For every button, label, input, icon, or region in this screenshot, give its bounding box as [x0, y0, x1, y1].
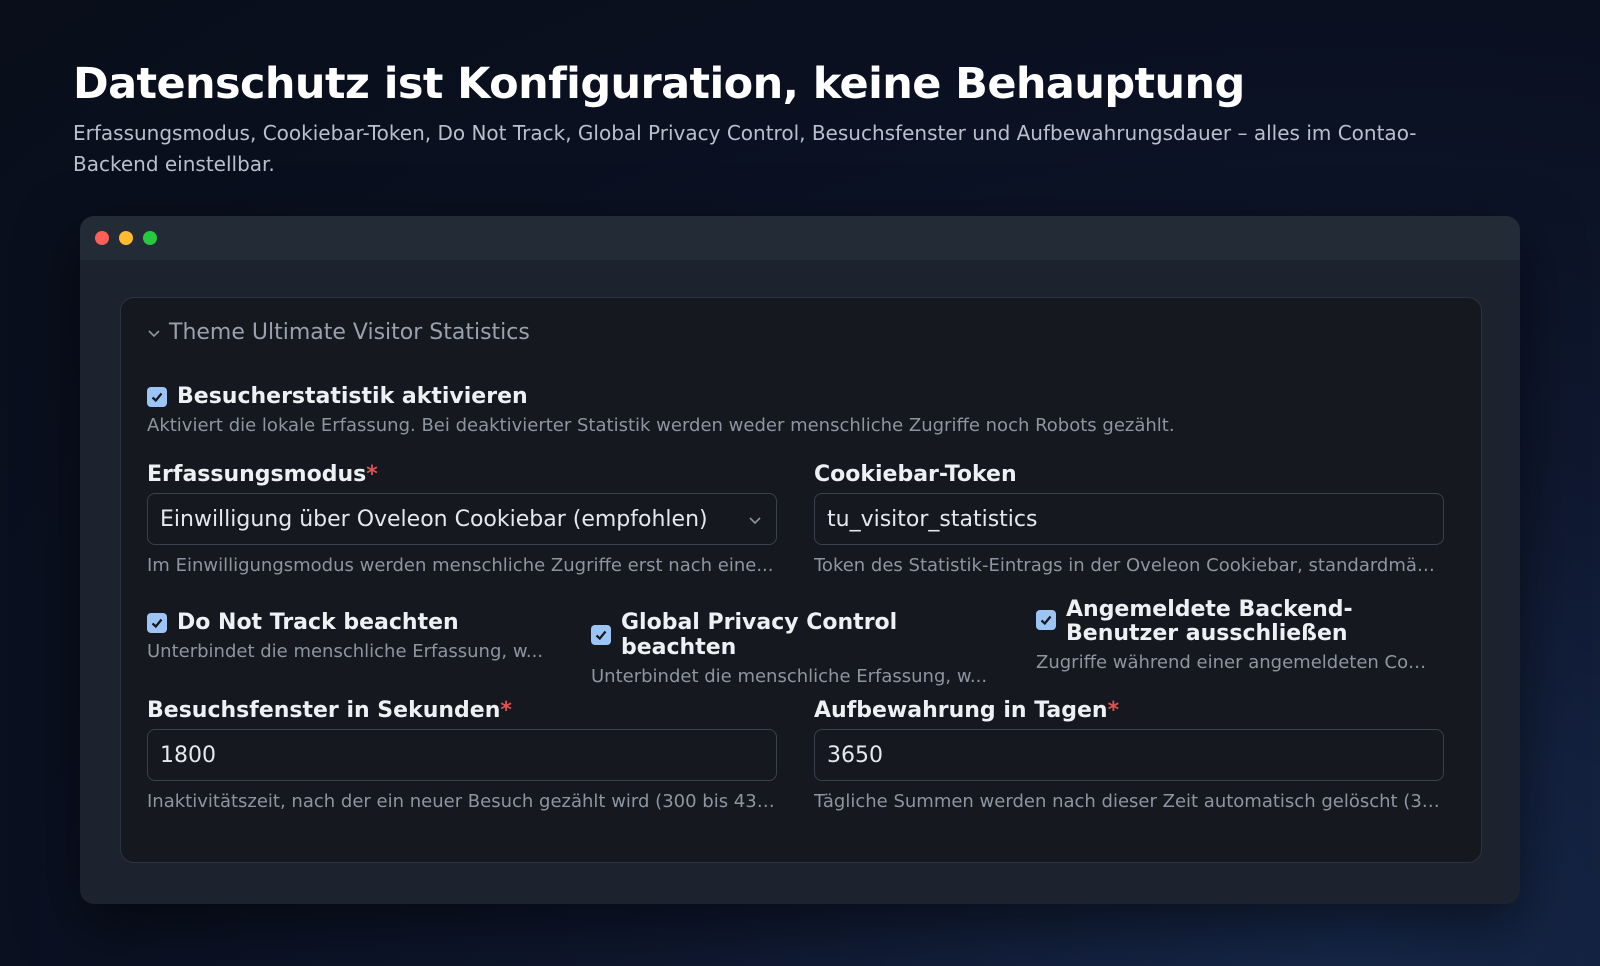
hero: Datenschutz ist Konfiguration, keine Beh…	[73, 56, 1513, 180]
minimize-window-button[interactable]	[119, 231, 133, 245]
enable-statistics-label[interactable]: Besucherstatistik aktivieren	[177, 384, 528, 409]
checkmark-icon	[151, 392, 163, 402]
enable-statistics-row: Besucherstatistik aktivieren Aktiviert d…	[147, 384, 1457, 436]
window-titlebar	[80, 216, 1520, 260]
token-help: Token des Statistik-Eintrags in der Ovel…	[814, 555, 1444, 576]
page-title: Datenschutz ist Konfiguration, keine Beh…	[73, 59, 1245, 109]
mode-select-value: Einwilligung über Oveleon Cookiebar (emp…	[160, 506, 708, 532]
gpc-help: Unterbindet die menschliche Erfassung, w…	[591, 666, 988, 687]
token-label: Cookiebar-Token	[814, 462, 1017, 487]
retention-input[interactable]: 3650	[814, 729, 1444, 781]
retention-label: Aufbewahrung in Tagen	[814, 698, 1108, 723]
checkmark-icon	[595, 630, 607, 641]
retention-value: 3650	[827, 742, 883, 768]
token-field: Cookiebar-Token tu_visitor_statistics To…	[814, 462, 1444, 576]
dnt-row: Do Not Track beachten Unterbindet die me…	[147, 610, 547, 662]
panel-legend-label: Theme Ultimate Visitor Statistics	[169, 320, 530, 345]
backend-exclude-help: Zugriffe während einer angemeldeten Con.…	[1036, 652, 1436, 673]
dnt-checkbox[interactable]	[147, 612, 167, 633]
token-input-value: tu_visitor_statistics	[827, 506, 1038, 532]
visit-window-label: Besuchsfenster in Sekunden	[147, 698, 501, 723]
page-subtitle: Erfassungsmodus, Cookiebar-Token, Do Not…	[73, 121, 1417, 176]
visit-window-help: Inaktivitätszeit, nach der ein neuer Bes…	[147, 791, 777, 812]
backend-exclude-label[interactable]: Angemeldete Backend-Benutzer ausschließe…	[1066, 598, 1436, 646]
chevron-down-icon	[148, 329, 160, 337]
retention-field: Aufbewahrung in Tagen* 3650 Tägliche Sum…	[814, 698, 1444, 812]
visit-window-value: 1800	[160, 742, 216, 768]
retention-help: Tägliche Summen werden nach dieser Zeit …	[814, 791, 1444, 812]
enable-statistics-checkbox[interactable]	[147, 386, 167, 407]
checkmark-icon	[1040, 615, 1052, 626]
app-window: Theme Ultimate Visitor Statistics Besuch…	[80, 216, 1520, 904]
panel-legend-toggle[interactable]: Theme Ultimate Visitor Statistics	[147, 320, 530, 345]
enable-statistics-help: Aktiviert die lokale Erfassung. Bei deak…	[147, 415, 1175, 436]
dnt-help: Unterbindet die menschliche Erfassung, w…	[147, 641, 544, 662]
dnt-label[interactable]: Do Not Track beachten	[177, 610, 459, 635]
mode-help: Im Einwilligungsmodus werden menschliche…	[147, 555, 774, 576]
checkmark-icon	[151, 618, 163, 628]
close-window-button[interactable]	[95, 231, 109, 245]
gpc-row: Global Privacy Control beachten Unterbin…	[591, 610, 991, 687]
mode-field: Erfassungsmodus* Einwilligung über Ovele…	[147, 462, 777, 576]
token-input[interactable]: tu_visitor_statistics	[814, 493, 1444, 545]
mode-label: Erfassungsmodus	[147, 462, 367, 487]
backend-exclude-row: Angemeldete Backend-Benutzer ausschließe…	[1036, 598, 1436, 673]
gpc-label[interactable]: Global Privacy Control beachten	[621, 610, 991, 660]
visit-window-field: Besuchsfenster in Sekunden* 1800 Inaktiv…	[147, 698, 777, 812]
backend-exclude-checkbox[interactable]	[1036, 610, 1056, 630]
mode-select[interactable]: Einwilligung über Oveleon Cookiebar (emp…	[147, 493, 777, 545]
required-mark: *	[366, 462, 378, 487]
gpc-checkbox[interactable]	[591, 625, 611, 645]
chevron-down-icon	[749, 517, 761, 525]
required-mark: *	[500, 698, 512, 723]
settings-panel: Theme Ultimate Visitor Statistics Besuch…	[120, 297, 1482, 863]
required-mark: *	[1107, 698, 1120, 723]
maximize-window-button[interactable]	[143, 231, 157, 245]
visit-window-input[interactable]: 1800	[147, 729, 777, 781]
